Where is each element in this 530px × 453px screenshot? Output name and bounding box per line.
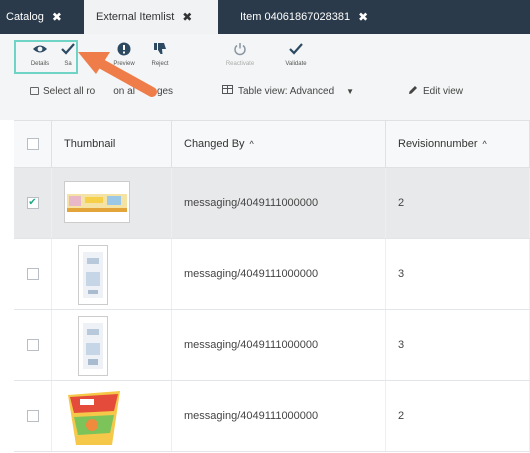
- tab-label: Catalog: [6, 11, 44, 23]
- reject-button[interactable]: Reject: [144, 42, 176, 67]
- thumbnail-image: [52, 239, 172, 309]
- check-icon: [276, 42, 316, 60]
- revision-cell: 3: [386, 239, 530, 309]
- changed-by-cell: messaging/4049111000000: [172, 239, 386, 309]
- header-select-all-checkbox[interactable]: [14, 121, 52, 167]
- table-view-dropdown[interactable]: Table view: Advanced ▼: [222, 85, 354, 97]
- item-table: Thumbnail Changed By ^ Revisionnumber ^ …: [14, 120, 530, 453]
- chevron-down-icon: ▼: [346, 86, 355, 96]
- close-icon[interactable]: ✖: [52, 10, 62, 24]
- reactivate-button[interactable]: Reactivate: [220, 42, 260, 67]
- row-checkbox[interactable]: [14, 381, 52, 451]
- tab-catalog[interactable]: Catalog ✖: [0, 0, 76, 34]
- table-row[interactable]: ✔ messaging/4049111000000 2: [14, 168, 530, 239]
- checkbox-icon: [30, 87, 39, 95]
- row-checkbox[interactable]: [14, 239, 52, 309]
- close-icon[interactable]: ✖: [358, 10, 368, 24]
- thumbs-down-icon: [144, 42, 176, 60]
- tab-external-itemlist[interactable]: External Itemlist ✖: [84, 0, 218, 34]
- header-thumbnail[interactable]: Thumbnail: [52, 121, 172, 167]
- revision-cell: 3: [386, 310, 530, 380]
- row-checkbox[interactable]: [14, 310, 52, 380]
- close-icon[interactable]: ✖: [182, 10, 192, 24]
- header-revisionnumber[interactable]: Revisionnumber ^: [386, 121, 530, 167]
- thumbnail-image: [52, 381, 172, 451]
- changed-by-cell: messaging/4049111000000: [172, 168, 386, 238]
- tab-label: Item 04061867028381: [240, 11, 351, 23]
- tab-bar: Catalog ✖ External Itemlist ✖ Item 04061…: [0, 0, 530, 34]
- validate-button[interactable]: Validate: [276, 42, 316, 67]
- sort-up-icon: ^: [249, 139, 254, 149]
- table-row[interactable]: messaging/4049111000000 2: [14, 381, 530, 452]
- edit-view-button[interactable]: Edit view: [408, 85, 463, 98]
- thumbnail-image: [52, 168, 172, 238]
- tab-item[interactable]: Item 04061867028381 ✖: [228, 0, 388, 34]
- table-row[interactable]: messaging/4049111000000 3: [14, 310, 530, 381]
- table-header: Thumbnail Changed By ^ Revisionnumber ^: [14, 120, 530, 168]
- preview-button[interactable]: Preview: [104, 42, 144, 67]
- table-row[interactable]: messaging/4049111000000 3: [14, 239, 530, 310]
- power-icon: [220, 42, 260, 60]
- sort-up-icon: ^: [482, 139, 487, 149]
- changed-by-cell: messaging/4049111000000: [172, 310, 386, 380]
- header-changed-by[interactable]: Changed By ^: [172, 121, 386, 167]
- table-icon: [222, 85, 233, 97]
- details-highlight: [14, 40, 78, 74]
- toolbar: Details Sa Preview Reject Reactivate Val…: [0, 34, 530, 120]
- select-all-rows-button[interactable]: Select all ro on al ges: [30, 86, 173, 97]
- revision-cell: 2: [386, 381, 530, 451]
- row-checkbox[interactable]: ✔: [14, 168, 52, 238]
- revision-cell: 2: [386, 168, 530, 238]
- pencil-icon: [408, 85, 418, 98]
- thumbnail-image: [52, 310, 172, 380]
- info-icon: [104, 42, 144, 60]
- tab-label: External Itemlist: [96, 11, 175, 23]
- changed-by-cell: messaging/4049111000000: [172, 381, 386, 451]
- check-icon: ✔: [26, 197, 39, 209]
